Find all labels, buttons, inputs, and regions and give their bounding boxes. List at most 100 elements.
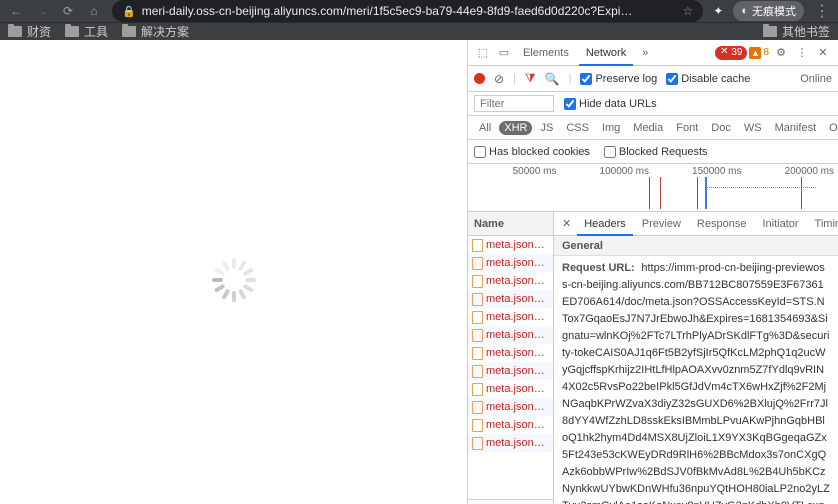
url-bar[interactable]: 🔒 meri-daily.oss-cn-beijing.aliyuncs.com… [112,0,703,22]
request-url-label: Request URL: [562,262,635,274]
disable-cache-checkbox[interactable]: Disable cache [666,73,750,85]
device-icon[interactable]: ▭ [495,46,513,59]
request-name: meta.json?… [486,311,549,323]
type-filters: All XHR JS CSS Img Media Font Doc WS Man… [468,116,838,140]
request-row[interactable]: meta.json?… [468,308,553,326]
hide-data-urls-checkbox[interactable]: Hide data URLs [564,98,657,110]
back-button[interactable]: ← [8,4,24,18]
file-icon [472,365,483,378]
request-row[interactable]: meta.json?… [468,398,553,416]
file-icon [472,311,483,324]
request-name: meta.json?… [486,419,549,431]
tab-elements[interactable]: Elements [516,40,576,66]
throttling-select[interactable]: Online [800,73,832,85]
filter-css[interactable]: CSS [561,121,594,135]
reload-button[interactable]: ⟳ [60,4,76,18]
request-name: meta.json?… [486,239,549,251]
close-devtools[interactable]: ✕ [814,46,832,59]
file-icon [472,437,483,450]
filter-media[interactable]: Media [628,121,668,135]
file-icon [472,419,483,432]
url-text: meri-daily.oss-cn-beijing.aliyuncs.com/m… [142,4,677,18]
filter-other[interactable]: Other [824,121,838,135]
bookmark-item[interactable]: 解决方案 [122,23,189,40]
folder-icon [763,26,777,37]
bookmark-item[interactable]: 工具 [65,23,108,40]
file-icon [472,293,483,306]
blocked-requests-checkbox[interactable]: Blocked Requests [604,146,708,158]
blocked-cookies-checkbox[interactable]: Has blocked cookies [474,146,590,158]
clear-button[interactable]: ⊘ [494,72,504,86]
tab-timing[interactable]: Timing [808,212,838,236]
request-name: meta.json?… [486,437,549,449]
forward-button[interactable]: → [34,4,50,18]
tab-preview[interactable]: Preview [635,212,688,236]
incognito-icon: ◐ [741,5,748,17]
loading-spinner [212,258,256,302]
file-icon [472,329,483,342]
inspect-icon[interactable]: ⬚ [474,46,492,59]
browser-toolbar: ← → ⟳ ⌂ 🔒 meri-daily.oss-cn-beijing.aliy… [0,0,838,22]
request-row[interactable]: meta.json?… [468,236,553,254]
filter-manifest[interactable]: Manifest [770,121,822,135]
general-section[interactable]: General [554,236,838,256]
filter-doc[interactable]: Doc [706,121,736,135]
record-button[interactable] [474,73,485,84]
request-name: meta.json?… [486,347,549,359]
preserve-log-checkbox[interactable]: Preserve log [580,73,657,85]
tab-network[interactable]: Network [579,40,633,66]
folder-icon [8,26,22,37]
request-row[interactable]: meta.json?… [468,326,553,344]
file-icon [472,401,483,414]
settings-icon[interactable]: ⚙ [772,46,790,59]
extensions-icon[interactable]: ✦ [713,4,723,18]
other-bookmarks[interactable]: 其他书签 [763,23,830,40]
timeline-label: 200000 ms [746,166,838,177]
filter-icon[interactable]: ⧩ [525,71,536,86]
request-row[interactable]: meta.json?… [468,434,553,452]
folder-icon [65,26,79,37]
devtools-menu[interactable]: ⋮ [793,46,811,59]
request-name: meta.json?… [486,275,549,287]
request-row[interactable]: meta.json?… [468,416,553,434]
incognito-badge: ◐ 无痕模式 [733,1,804,21]
more-tabs-icon[interactable]: » [636,47,654,59]
browser-menu[interactable]: ⋮ [814,1,830,21]
file-icon [472,275,483,288]
filter-ws[interactable]: WS [739,121,767,135]
error-count[interactable]: ✕ 39 [715,46,747,60]
filter-row: Hide data URLs [468,92,838,116]
filter-js[interactable]: JS [535,121,558,135]
request-name: meta.json?… [486,257,549,269]
tab-headers[interactable]: Headers [577,212,633,236]
bookmark-item[interactable]: 财资 [8,23,51,40]
warning-count[interactable]: 8 [763,47,769,58]
star-icon[interactable]: ☆ [683,4,694,18]
filter-font[interactable]: Font [671,121,703,135]
filter-xhr[interactable]: XHR [499,121,532,135]
request-row[interactable]: meta.json?… [468,344,553,362]
search-icon[interactable]: 🔍 [545,72,560,86]
file-icon [472,257,483,270]
home-button[interactable]: ⌂ [86,4,102,18]
warning-icon: ▲ [749,47,761,59]
request-row[interactable]: meta.json?… [468,380,553,398]
close-detail[interactable]: ✕ [558,217,575,230]
request-row[interactable]: meta.json?… [468,272,553,290]
tab-response[interactable]: Response [690,212,754,236]
request-name: meta.json?… [486,365,549,377]
timeline[interactable]: 50000 ms 100000 ms 150000 ms 200000 ms [468,164,838,212]
name-header[interactable]: Name [468,212,553,236]
request-name: meta.json?… [486,383,549,395]
lock-icon: 🔒 [122,5,136,18]
filter-all[interactable]: All [474,121,496,135]
filter-input[interactable] [474,95,554,112]
filter-img[interactable]: Img [597,121,625,135]
request-row[interactable]: meta.json?… [468,254,553,272]
request-name: meta.json?… [486,293,549,305]
request-row[interactable]: meta.json?… [468,290,553,308]
request-name: meta.json?… [486,329,549,341]
request-row[interactable]: meta.json?… [468,362,553,380]
timeline-label: 150000 ms [653,166,746,177]
tab-initiator[interactable]: Initiator [755,212,805,236]
